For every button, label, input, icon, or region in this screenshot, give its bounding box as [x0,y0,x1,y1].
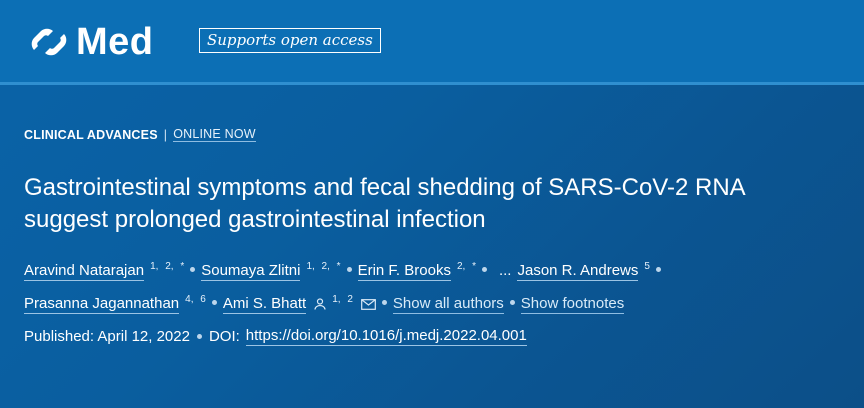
link-separator-dot [509,300,515,305]
authors-ellipsis: ... [498,262,512,279]
doi-label: DOI: [208,328,240,345]
author-affiliation[interactable]: 1, 2 [332,294,353,305]
author-link[interactable]: Aravind Natarajan [24,262,145,281]
article-header-page: Med Supports open access CLINICAL ADVANC… [0,0,864,408]
open-access-badge[interactable]: Supports open access [199,28,381,53]
author-separator-dot [211,300,217,305]
article-title: Gastrointestinal symptoms and fecal shed… [24,172,844,236]
publication-separator-dot [196,334,202,339]
author-link[interactable]: Jason R. Andrews [517,262,639,281]
journal-name: Med [76,21,154,63]
show-footnotes-link[interactable]: Show footnotes [520,295,625,314]
header-divider [0,82,864,85]
author-link[interactable]: Soumaya Zlitni [201,262,301,281]
journal-header-bar: Med Supports open access [0,0,864,82]
publication-info: Published: April 12, 2022 DOI: https://d… [24,327,527,346]
author-affiliation[interactable]: 1, 2, * [306,261,340,272]
show-all-authors-link[interactable]: Show all authors [392,295,504,314]
author-affiliation[interactable]: 5 [644,261,650,272]
author-link[interactable]: Ami S. Bhatt [222,295,307,314]
article-title-line-2: suggest prolonged gastrointestinal infec… [24,206,486,233]
author-link[interactable]: Prasanna Jagannathan [24,295,180,314]
crumb-separator: | [163,127,168,142]
article-type: CLINICAL ADVANCES [24,127,158,142]
author-affiliation[interactable]: 2, * [457,261,476,272]
author-affiliation[interactable]: 4, 6 [185,294,206,305]
author-affiliation[interactable]: 1, 2, * [150,261,184,272]
author-link[interactable]: Erin F. Brooks [357,262,451,281]
published-date: Published: April 12, 2022 [24,328,190,345]
author-separator-dot [655,267,661,272]
envelope-icon[interactable] [360,291,376,320]
person-icon[interactable] [314,291,326,320]
article-meta-crumbs: CLINICAL ADVANCES | ONLINE NOW [24,127,256,142]
article-title-line-1: Gastrointestinal symptoms and fecal shed… [24,174,746,201]
cell-press-logo-icon [31,28,67,56]
article-status-link[interactable]: ONLINE NOW [173,127,256,142]
author-separator-dot [381,300,387,305]
author-separator-dot [481,267,487,272]
author-separator-dot [346,267,352,272]
author-list: Aravind Natarajan 1, 2, * Soumaya Zlitni 1,… [24,252,844,320]
doi-link[interactable]: https://doi.org/10.1016/j.medj.2022.04.0… [245,327,527,346]
author-separator-dot [190,267,196,272]
journal-logo[interactable]: Med [30,20,154,64]
